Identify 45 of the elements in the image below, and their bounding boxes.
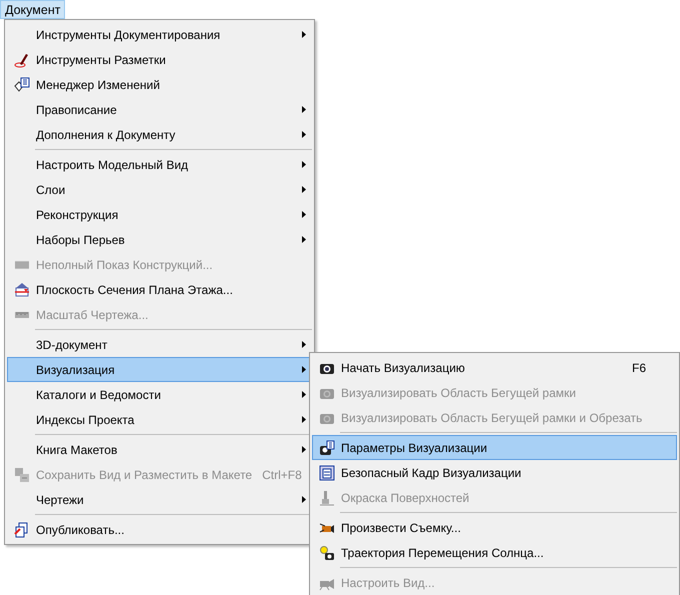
- place-view-icon: [14, 466, 30, 482]
- menu-item[interactable]: Инструменты Документирования: [7, 22, 312, 47]
- pen-icon: [14, 52, 30, 68]
- menu-item[interactable]: Наборы Перьев: [7, 227, 312, 252]
- menu-item[interactable]: Реконструкция: [7, 202, 312, 227]
- submenu-arrow-icon: [302, 106, 306, 113]
- submenu-arrow-icon: [302, 161, 306, 168]
- submenu-arrow-icon: [302, 131, 306, 138]
- menu-item[interactable]: Инструменты Разметки: [7, 47, 312, 72]
- submenu-arrow-icon: [302, 391, 306, 398]
- menu-item[interactable]: Безопасный Кадр Визуализации: [312, 460, 677, 485]
- floor-plan-cut-icon: [14, 282, 30, 298]
- submenu-arrow-icon: [302, 416, 306, 423]
- menu-item[interactable]: Каталоги и Ведомости: [7, 382, 312, 407]
- submenu-arrow-icon: [302, 236, 306, 243]
- menu-title[interactable]: Документ: [0, 0, 66, 19]
- publish-icon: [14, 522, 30, 538]
- submenu-arrow-icon: [302, 446, 306, 453]
- document-list-icon: [14, 76, 30, 92]
- menu-item[interactable]: Менеджер Изменений: [7, 72, 312, 97]
- safe-frame-icon: [319, 464, 335, 480]
- menu-item[interactable]: Опубликовать...: [7, 517, 312, 542]
- menu-item[interactable]: Чертежи: [7, 487, 312, 512]
- menu-item[interactable]: Визуализация: [7, 357, 312, 382]
- menu-item[interactable]: Индексы Проекта: [7, 407, 312, 432]
- submenu-arrow-icon: [302, 341, 306, 348]
- menu-item[interactable]: Траектория Перемещения Солнца...: [312, 540, 677, 565]
- camera-settings-icon: [319, 440, 335, 456]
- menu-item[interactable]: Правописание: [7, 97, 312, 122]
- paint-brush-icon: [319, 490, 335, 506]
- menu-item[interactable]: Настроить Модельный Вид: [7, 152, 312, 177]
- menu-item[interactable]: Произвести Съемку...: [312, 515, 677, 540]
- menu-item[interactable]: Начать Визуализацию F6: [312, 355, 677, 380]
- menu-item[interactable]: 3D-документ: [7, 332, 312, 357]
- submenu-arrow-icon: [302, 211, 306, 218]
- sun-and-camera-icon: [319, 544, 335, 560]
- menu-item[interactable]: Слои: [7, 177, 312, 202]
- submenu-arrow-icon: [302, 31, 306, 38]
- menu-item[interactable]: Книга Макетов: [7, 437, 312, 462]
- submenu-arrow-icon: [302, 496, 306, 503]
- menu-item[interactable]: Дополнения к Документу: [7, 122, 312, 147]
- menu-item[interactable]: Параметры Визуализации: [312, 435, 677, 460]
- menu-item[interactable]: Плоскость Сечения Плана Этажа...: [7, 277, 312, 302]
- submenu-arrow-icon: [302, 366, 306, 373]
- submenu-arrow-icon: [302, 186, 306, 193]
